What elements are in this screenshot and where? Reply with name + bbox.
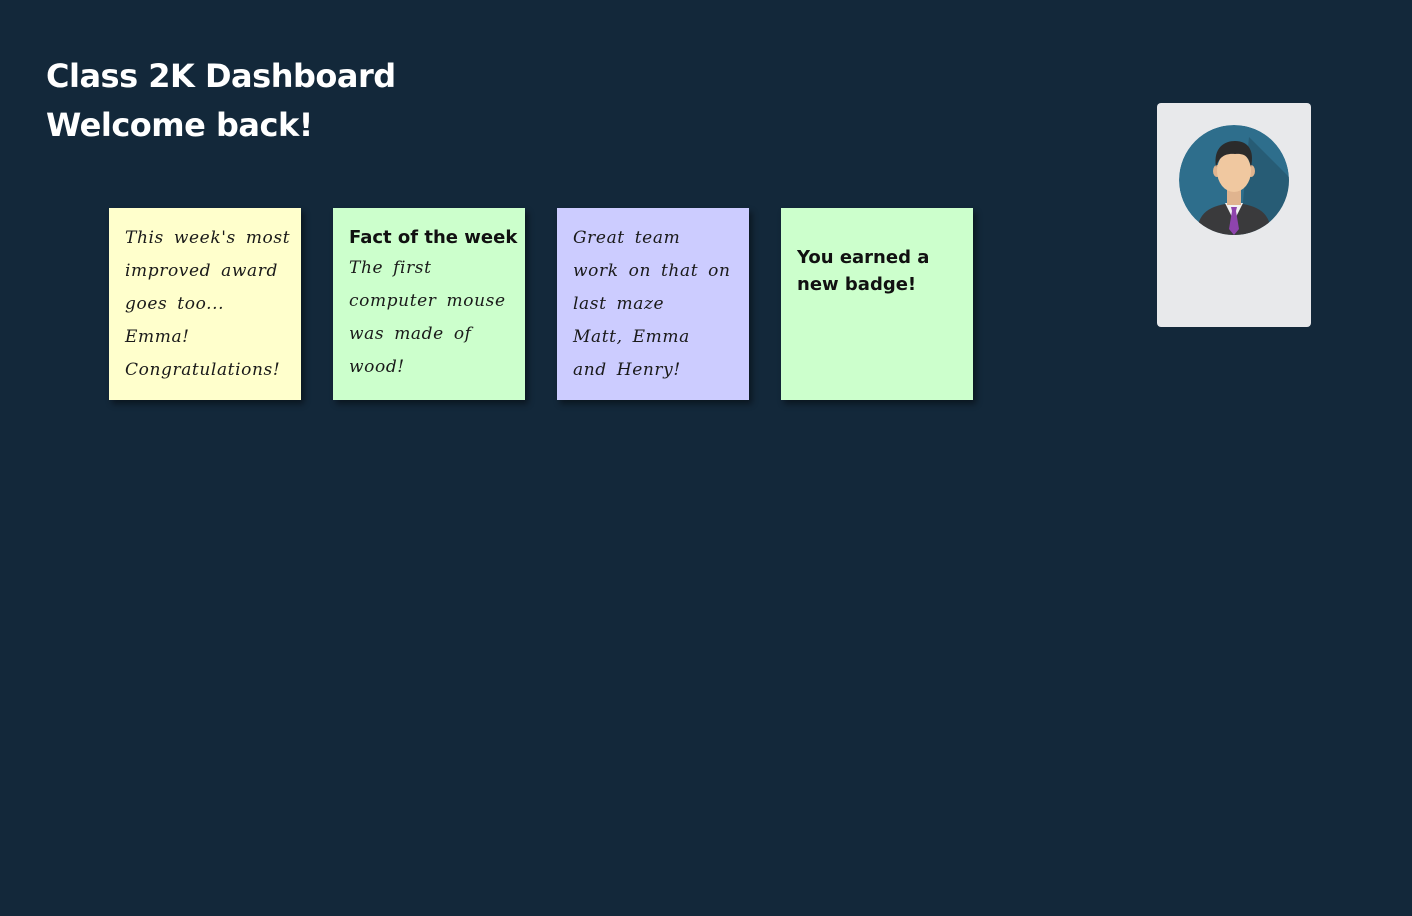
note-line: This week's most <box>125 228 291 248</box>
note-line: was made of <box>349 324 472 344</box>
user-avatar-icon <box>1179 125 1289 235</box>
page-header: Class 2K Dashboard Welcome back! <box>46 52 396 150</box>
note-line: goes too... <box>125 294 225 314</box>
profile-card[interactable] <box>1157 103 1311 327</box>
note-line: wood! <box>349 357 405 377</box>
note-text: You earned a new badge! <box>797 244 957 298</box>
welcome-message: Welcome back! <box>46 106 313 144</box>
sticky-note-badge[interactable]: You earned a new badge! <box>781 208 973 400</box>
note-line: new badge! <box>797 274 917 295</box>
note-line: Congratulations! <box>125 360 281 380</box>
sticky-note-teamwork[interactable]: Great team work on that on last maze Mat… <box>557 208 749 400</box>
note-line: Great team <box>573 228 681 248</box>
note-line: You earned a <box>797 247 930 268</box>
note-text: The first computer mouse was made of woo… <box>349 252 509 384</box>
note-line: and Henry! <box>573 360 681 380</box>
note-line: Emma! <box>125 327 190 347</box>
note-line: The first <box>349 258 432 278</box>
note-line: work on that on <box>573 261 731 281</box>
note-line: last maze <box>573 294 665 314</box>
sticky-note-fact[interactable]: Fact of the week The first computer mous… <box>333 208 525 400</box>
note-text: This week's most improved award goes too… <box>125 222 291 387</box>
note-line: improved award <box>125 261 278 281</box>
sticky-note-award[interactable]: This week's most improved award goes too… <box>109 208 301 400</box>
note-line: Matt, Emma <box>573 327 690 347</box>
page-title: Class 2K Dashboard <box>46 57 396 95</box>
note-line: computer mouse <box>349 291 506 311</box>
note-text: Great team work on that on last maze Mat… <box>573 222 733 387</box>
note-heading: Fact of the week <box>349 227 518 248</box>
